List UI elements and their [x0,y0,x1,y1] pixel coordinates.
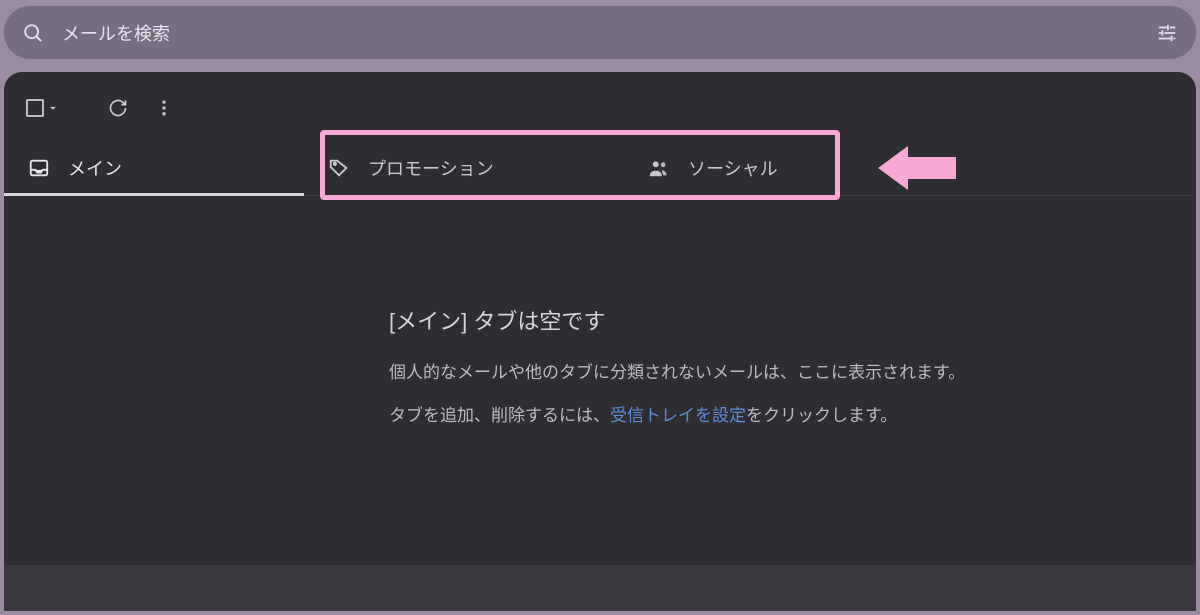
empty-instruction-pre: タブを追加、削除するには、 [389,406,610,425]
refresh-button[interactable] [100,90,136,126]
bottom-strip [4,565,1196,611]
empty-title: [メイン] タブは空です [389,304,1196,336]
select-all-checkbox[interactable] [22,95,64,121]
tab-promotions[interactable]: プロモーション [304,140,624,195]
inbox-icon [28,157,50,179]
empty-instruction-post: をクリックします。 [746,406,897,425]
people-icon [648,157,670,179]
inbox-settings-link[interactable]: 受信トレイを設定 [610,406,746,425]
tab-main[interactable]: メイン [4,140,304,195]
tab-social-label: ソーシャル [688,155,778,181]
empty-state: [メイン] タブは空です 個人的なメールや他のタブに分類されないメールは、ここに… [4,196,1196,426]
tab-social[interactable]: ソーシャル [624,140,844,195]
search-options-icon[interactable] [1156,22,1178,44]
search-bar[interactable]: メールを検索 [4,6,1196,59]
empty-instruction: タブを追加、削除するには、受信トレイを設定をクリックします。 [389,401,1196,426]
chevron-down-icon [46,101,60,115]
inbox-tabs: メイン プロモーション ソーシャル [4,140,1196,196]
toolbar [4,72,1196,140]
main-panel: メイン プロモーション ソーシャル [メイン [4,72,1196,611]
search-placeholder: メールを検索 [62,20,1156,46]
more-options-button[interactable] [146,90,182,126]
empty-description: 個人的なメールや他のタブに分類されないメールは、ここに表示されます。 [389,358,1196,383]
search-icon [22,22,44,44]
tab-promotions-label: プロモーション [368,155,494,181]
tag-icon [328,157,350,179]
tab-main-label: メイン [68,155,122,181]
